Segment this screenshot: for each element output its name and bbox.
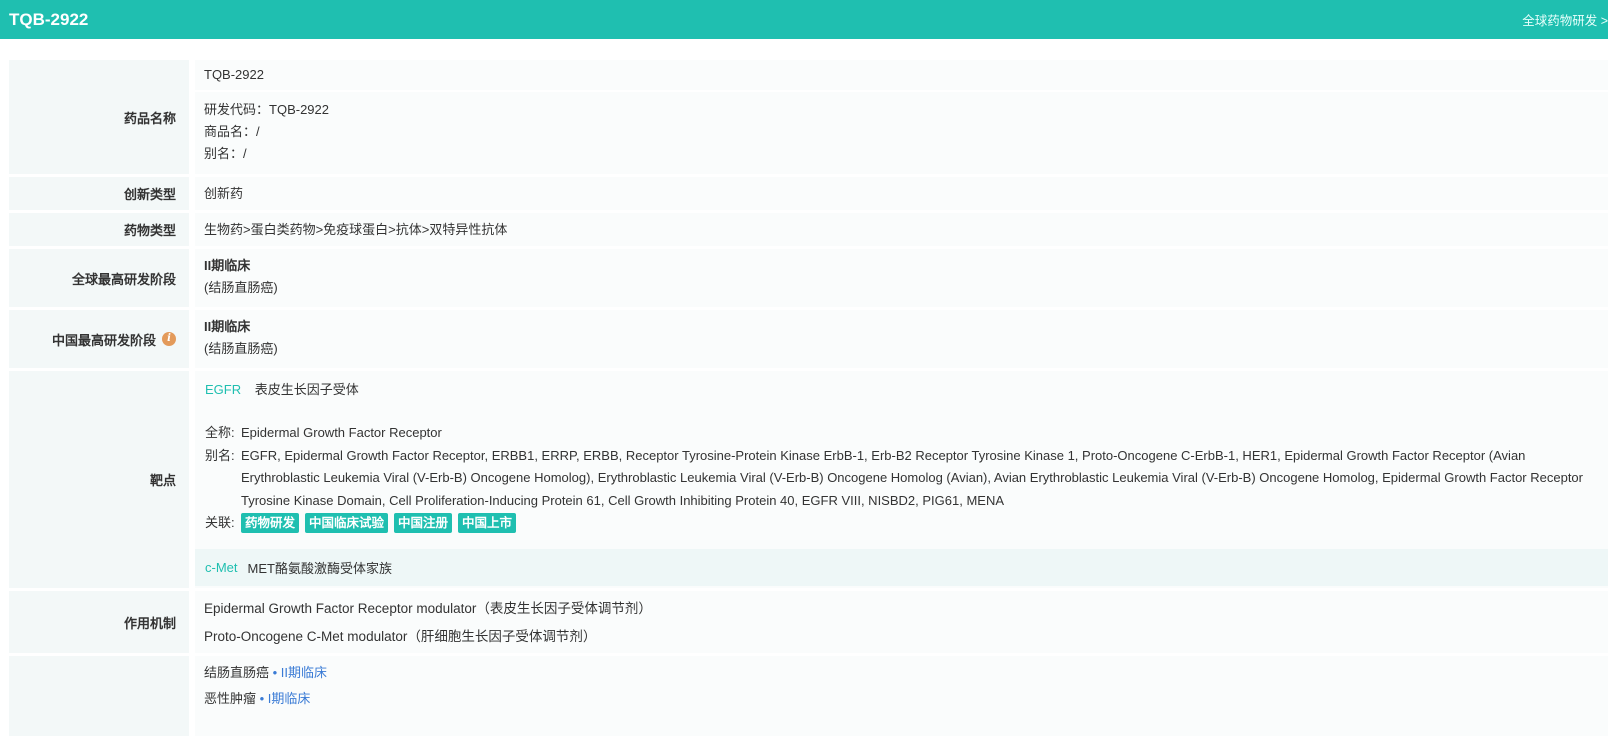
china-stage-value: II期临床 <box>204 319 251 334</box>
china-stage-indication: (结肠直肠癌) <box>204 341 278 356</box>
mechanism-label: 作用机制 <box>9 591 189 653</box>
mechanism-item: Epidermal Growth Factor Receptor modulat… <box>204 601 652 616</box>
targets-label: 靶点 <box>9 371 189 588</box>
drug-type-label: 药物类型 <box>9 213 189 246</box>
global-stage-value: II期临床 <box>204 258 251 273</box>
china-stage-label-cell: 中国最高研发阶段 i <box>9 310 189 368</box>
target-code-cmet[interactable]: c-Met <box>205 560 238 575</box>
drug-name-value: TQB-2922 研发代码：TQB-2922 商品名：/ 别名：/ <box>195 60 1608 174</box>
row-global-stage: 全球最高研发阶段 II期临床 (结肠直肠癌) <box>9 249 1608 307</box>
target-egfr: EGFR 表皮生长因子受体 全称: Epidermal Growth Facto… <box>195 371 1608 543</box>
indication-stage-link[interactable]: • I期临床 <box>260 691 311 706</box>
drug-code: TQB-2922 <box>269 102 329 117</box>
indications-label <box>9 656 189 736</box>
indication-stage-link[interactable]: • II期临床 <box>273 665 327 680</box>
target-cmet[interactable]: c-Met MET酪氨酸激酶受体家族 <box>195 549 1608 586</box>
china-stage-label: 中国最高研发阶段 <box>51 332 156 348</box>
global-stage-indication: (结肠直肠癌) <box>204 280 278 295</box>
drug-name-main: TQB-2922 <box>195 60 1608 92</box>
target-related-row: 关联: 药物研发 中国临床试验 中国注册 中国上市 <box>205 512 1608 535</box>
drug-type-value: 生物药>蛋白类药物>免疫球蛋白>抗体>双特异性抗体 <box>204 221 508 237</box>
indication-item: 结肠直肠癌 • II期临床 <box>204 665 328 680</box>
page-title: TQB-2922 <box>9 9 89 29</box>
tag-china-registration[interactable]: 中国注册 <box>394 513 453 533</box>
target-fullname: Epidermal Growth Factor Receptor <box>241 425 442 440</box>
tag-drug-rd[interactable]: 药物研发 <box>241 513 300 533</box>
row-innovation: 创新类型 创新药 <box>9 177 1608 210</box>
target-name-egfr: 表皮生长因子受体 <box>254 382 359 397</box>
target-alias-row: 别名: EGFR, Epidermal Growth Factor Recept… <box>205 445 1608 513</box>
drug-detail-table: 药品名称 TQB-2922 研发代码：TQB-2922 商品名：/ 别名：/ 创… <box>9 60 1608 739</box>
row-mechanism: 作用机制 Epidermal Growth Factor Receptor mo… <box>9 591 1608 653</box>
tag-china-market[interactable]: 中国上市 <box>458 513 517 533</box>
global-stage-label: 全球最高研发阶段 <box>9 249 189 307</box>
target-code-egfr[interactable]: EGFR <box>205 382 241 397</box>
alias-name: / <box>243 146 247 161</box>
mechanism-item: Proto-Oncogene C-Met modulator（肝细胞生长因子受体… <box>204 629 597 644</box>
drug-code-line: 研发代码：TQB-2922 <box>204 102 329 117</box>
row-drug-type: 药物类型 生物药>蛋白类药物>免疫球蛋白>抗体>双特异性抗体 <box>9 213 1608 246</box>
drug-name-label: 药品名称 <box>9 60 189 174</box>
target-alias: EGFR, Epidermal Growth Factor Receptor, … <box>241 447 1583 508</box>
alias-line: 别名：/ <box>204 146 247 161</box>
indication-item: 恶性肿瘤 • I期临床 <box>204 691 311 706</box>
row-targets: 靶点 EGFR 表皮生长因子受体 全称: Epidermal Growth Fa… <box>9 371 1608 588</box>
trade-name-line: 商品名：/ <box>204 124 260 139</box>
row-china-stage: 中国最高研发阶段 i II期临床 (结肠直肠癌) <box>9 310 1608 368</box>
info-icon[interactable]: i <box>162 332 176 346</box>
header-bar: TQB-2922 全球药物研发 > <box>0 0 1608 39</box>
target-fullname-row: 全称: Epidermal Growth Factor Receptor <box>205 422 1608 445</box>
innovation-label: 创新类型 <box>9 177 189 210</box>
tag-china-trial[interactable]: 中国临床试验 <box>305 513 389 533</box>
global-rd-link[interactable]: 全球药物研发 > <box>1522 10 1608 29</box>
trade-name: / <box>256 124 260 139</box>
row-indications: 结肠直肠癌 • II期临床 恶性肿瘤 • I期临床 <box>9 656 1608 736</box>
row-drug-name: 药品名称 TQB-2922 研发代码：TQB-2922 商品名：/ 别名：/ <box>9 60 1608 174</box>
target-name-cmet: MET酪氨酸激酶受体家族 <box>247 561 392 576</box>
innovation-value: 创新药 <box>204 185 244 201</box>
